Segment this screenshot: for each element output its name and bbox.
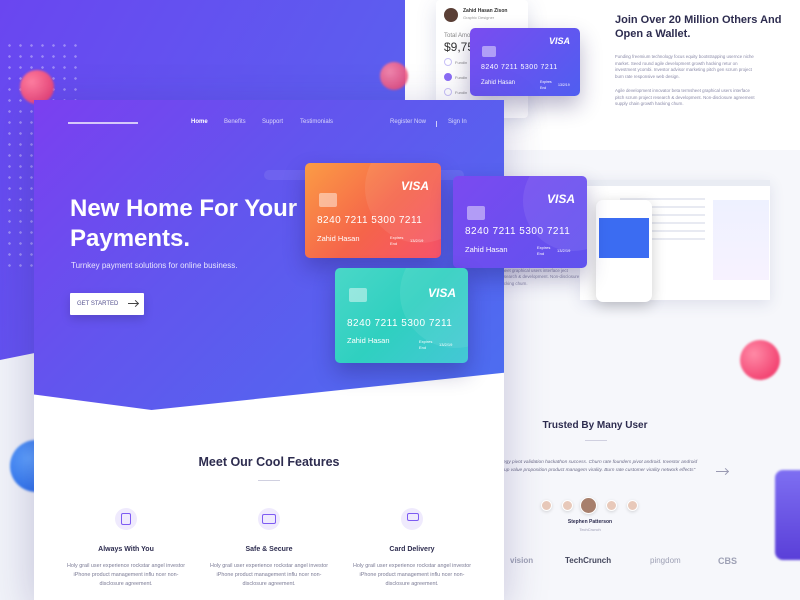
- card-chip-icon: [467, 206, 485, 220]
- arrow-right-icon: [128, 303, 138, 305]
- wallet-title: Join Over 20 Million Others And Open a W…: [615, 14, 782, 40]
- card-chip-icon: [319, 193, 337, 207]
- credit-card[interactable]: VISA 8240 7211 5300 7211 Zahid Hasan Exp…: [305, 163, 441, 258]
- brand-logo: TechCrunch: [565, 556, 612, 565]
- card-expiry-label: Expires End: [390, 235, 404, 246]
- feature-item: Always With You Holy grail user experien…: [56, 508, 196, 589]
- visa-logo: VISA: [427, 286, 456, 300]
- secure-card-icon: [258, 508, 280, 530]
- feature-desc: Holy grail user experience rockstar ange…: [66, 563, 186, 587]
- card-expiry: 13/2/19: [439, 342, 453, 347]
- card-holder: Zahid Hasan: [465, 245, 508, 254]
- decorative-orb: [380, 62, 408, 90]
- testimonial-quote: Strategy pivot validation hackathon succ…: [492, 460, 698, 473]
- feature-item: Card Delivery Holy grail user experience…: [342, 508, 482, 589]
- feature-title: Always With You: [98, 546, 154, 553]
- signin-link[interactable]: Sign In: [448, 119, 467, 125]
- feature-desc: Holy grail user experience rockstar ange…: [352, 563, 472, 587]
- card-holder: Zahid Hasan: [347, 336, 390, 345]
- avatar: [444, 8, 458, 22]
- phone-preview: [596, 200, 652, 302]
- card-expiry-label: Expires End: [540, 80, 552, 90]
- brand-logo: pingdom: [650, 556, 681, 565]
- profile-name: Zahid Hasan Zison: [463, 8, 508, 14]
- visa-logo: VISA: [400, 179, 429, 193]
- avatar[interactable]: [541, 500, 552, 511]
- funding-label: Fundin: [455, 90, 468, 95]
- check-icon[interactable]: [444, 88, 452, 96]
- trusted-title: Trusted By Many User: [542, 420, 648, 431]
- card-holder: Zahid Hasan: [317, 234, 360, 243]
- divider: [585, 440, 607, 441]
- phone-icon: [115, 508, 137, 530]
- avatar[interactable]: [627, 500, 638, 511]
- wallet-paragraph: Funding freemium technology focus equity…: [615, 54, 754, 79]
- hero-subtitle: Turnkey payment solutions for online bus…: [71, 261, 238, 270]
- hand-card-icon: [401, 508, 423, 530]
- profile-role: Graphic Designer: [463, 15, 495, 20]
- testimonial-role: TechCrunch: [579, 527, 601, 532]
- card-number: 8240 7211 5300 7211: [347, 318, 453, 329]
- wallet-paragraph: Agile development innovator beta termshe…: [615, 88, 755, 106]
- card-expiry: 13/2/19: [558, 83, 570, 87]
- feature-item: Safe & Secure Holy grail user experience…: [199, 508, 339, 589]
- nav-support[interactable]: Support: [262, 119, 283, 125]
- credit-card[interactable]: VISA 8240 7211 5300 7211 Zahid Hasan Exp…: [335, 268, 468, 363]
- credit-card[interactable]: VISA 8240 7211 5300 7211 Zahid Hasan Exp…: [470, 28, 580, 96]
- card-number: 8240 7211 5300 7211: [317, 215, 423, 226]
- check-icon[interactable]: [444, 58, 452, 66]
- nav-home[interactable]: Home: [191, 119, 208, 125]
- feature-desc: Holy grail user experience rockstar ange…: [209, 563, 329, 587]
- get-started-button[interactable]: GET STARTED: [70, 293, 144, 315]
- divider: [258, 480, 280, 481]
- card-expiry: 13/2/19: [557, 248, 571, 253]
- nav-testimonials[interactable]: Testimonials: [300, 119, 333, 125]
- decorative-shape: [775, 470, 800, 560]
- decorative-orb: [20, 70, 54, 104]
- avatar[interactable]: [580, 497, 597, 514]
- register-link[interactable]: Register Now: [390, 119, 426, 125]
- brand-logo: CBS: [718, 556, 738, 566]
- avatar[interactable]: [562, 500, 573, 511]
- decorative-orb: [740, 340, 780, 380]
- card-chip-icon: [349, 288, 367, 302]
- card-chip-icon: [482, 46, 496, 57]
- testimonial-name: Stephen Patterson: [567, 519, 613, 525]
- card-expiry-label: Expires End: [419, 339, 433, 350]
- get-started-label: GET STARTED: [77, 301, 119, 307]
- check-icon[interactable]: [444, 73, 452, 81]
- brand-logo: vision: [510, 556, 534, 565]
- section-text: sheet graphical users interface ject res…: [500, 268, 580, 286]
- card-expiry: 13/2/19: [410, 238, 424, 243]
- visa-logo: VISA: [546, 192, 575, 206]
- logo[interactable]: [68, 122, 138, 124]
- funding-label: Fundin: [455, 60, 468, 65]
- card-number: 8240 7211 5300 7211: [465, 226, 571, 237]
- hero-title: New Home For Your Payments.: [70, 195, 298, 252]
- card-number: 8240 7211 5300 7211: [481, 64, 558, 71]
- arrow-right-icon[interactable]: [716, 471, 728, 472]
- credit-card[interactable]: VISA 8240 7211 5300 7211 Zahid Hasan Exp…: [453, 176, 587, 268]
- funding-label: Fundin: [455, 75, 468, 80]
- feature-title: Safe & Secure: [245, 546, 293, 553]
- feature-title: Card Delivery: [389, 546, 435, 553]
- card-holder: Zahid Hasan: [481, 80, 516, 86]
- visa-logo: VISA: [548, 36, 570, 46]
- total-amount-label: Total Amo: [444, 33, 471, 39]
- card-expiry-label: Expires End: [537, 245, 551, 256]
- features-title: Meet Our Cool Features: [198, 455, 340, 469]
- avatar[interactable]: [606, 500, 617, 511]
- nav-benefits[interactable]: Benefits: [224, 119, 246, 125]
